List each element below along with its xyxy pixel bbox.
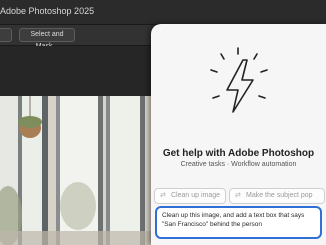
wand-icon: ⇄ (160, 192, 166, 199)
suggestion-label: Make the subject pop (246, 192, 313, 199)
lightning-bolt-icon (210, 47, 268, 113)
options-button-partial[interactable] (0, 28, 12, 42)
suggestion-make-subject-pop[interactable]: ⇄ Make the subject pop (229, 188, 325, 204)
window-title: Adobe Photoshop 2025 (0, 6, 95, 16)
title-bar: Adobe Photoshop 2025 (0, 0, 326, 25)
select-and-mask-button[interactable]: Select and Mask... (19, 28, 75, 50)
suggestion-label: Clean up image (171, 192, 221, 199)
assistant-panel: Get help with Adobe Photoshop Creative t… (151, 24, 326, 245)
wand-icon: ⇄ (235, 192, 241, 199)
prompt-input[interactable]: Clean up this image, and add a text box … (155, 206, 322, 239)
assistant-subheading: Creative tasks · Workflow automation (180, 161, 297, 168)
suggestion-clean-up-image[interactable]: ⇄ Clean up image (154, 188, 226, 204)
prompt-input-value: Clean up this image, and add a text box … (162, 212, 305, 228)
photo-image (0, 96, 160, 245)
document-photo[interactable] (0, 96, 160, 245)
assistant-heading: Get help with Adobe Photoshop (162, 148, 315, 159)
